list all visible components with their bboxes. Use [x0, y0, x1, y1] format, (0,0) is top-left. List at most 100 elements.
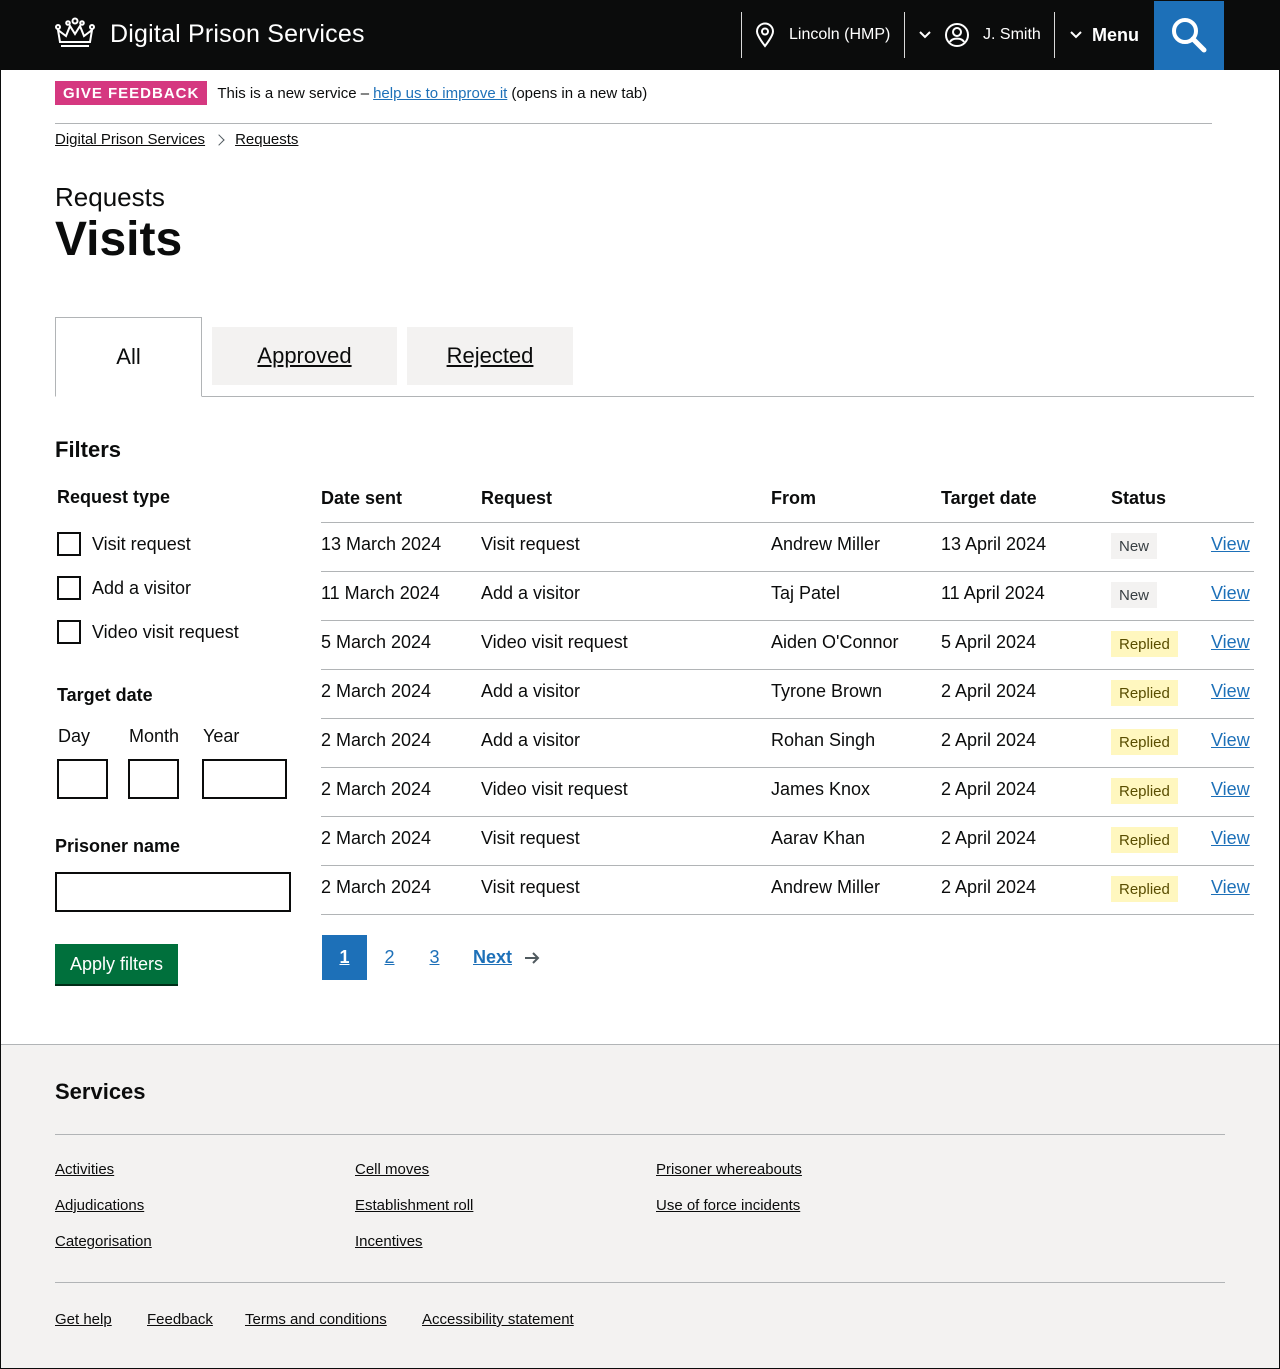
- breadcrumb: Digital Prison Services Requests: [55, 131, 298, 148]
- request-cell: Video visit request: [481, 779, 628, 799]
- filter-visit-request[interactable]: Visit request: [57, 532, 191, 556]
- view-link[interactable]: View: [1211, 877, 1250, 898]
- visit-request-checkbox[interactable]: [57, 532, 81, 556]
- apply-filters-button[interactable]: Apply filters: [55, 944, 178, 984]
- header-divider: [904, 12, 905, 58]
- request-cell: Video visit request: [481, 632, 628, 652]
- video-visit-request-checkbox[interactable]: [57, 620, 81, 644]
- column-header-request[interactable]: Request: [481, 488, 552, 509]
- footer-link-use-of-force[interactable]: Use of force incidents: [656, 1197, 800, 1214]
- target-date-cell: 11 April 2024: [941, 583, 1045, 603]
- column-header-from[interactable]: From: [771, 488, 816, 509]
- footer-link-terms[interactable]: Terms and conditions: [245, 1311, 387, 1328]
- view-link[interactable]: View: [1211, 828, 1250, 849]
- request-type-label: Request type: [57, 487, 171, 507]
- view-link[interactable]: View: [1211, 730, 1250, 751]
- from-cell: Andrew Miller: [771, 877, 881, 897]
- from-cell: James Knox: [771, 779, 871, 799]
- view-link[interactable]: View: [1211, 779, 1250, 800]
- feedback-tag: GIVE FEEDBACK: [55, 81, 208, 105]
- next-page-link[interactable]: Next: [473, 947, 541, 968]
- day-input[interactable]: [57, 759, 108, 799]
- column-header-target-date[interactable]: Target date: [941, 488, 1037, 509]
- view-link[interactable]: View: [1211, 583, 1250, 604]
- from-cell: Aarav Khan: [771, 828, 866, 848]
- location-switcher[interactable]: Lincoln (HMP): [754, 0, 890, 70]
- month-input[interactable]: [128, 759, 179, 799]
- request-cell: Visit request: [481, 828, 580, 848]
- footer-link-prisoner-whereabouts[interactable]: Prisoner whereabouts: [656, 1161, 802, 1178]
- site-footer: Services Activities Adjudications Catego…: [1, 1044, 1279, 1368]
- filters-heading: Filters: [55, 437, 122, 462]
- from-cell: Tyrone Brown: [771, 681, 883, 701]
- request-cell: Visit request: [481, 877, 580, 897]
- footer-link-categorisation[interactable]: Categorisation: [55, 1233, 152, 1250]
- status-badge: Replied: [1111, 876, 1178, 902]
- date-sent-cell: 2 March 2024: [321, 828, 432, 848]
- user-menu[interactable]: J. Smith: [918, 0, 1041, 70]
- tab-all[interactable]: All: [55, 317, 202, 397]
- phase-banner: GIVE FEEDBACK This is a new service – he…: [55, 81, 647, 105]
- filter-add-visitor[interactable]: Add a visitor: [57, 576, 191, 600]
- footer-heading: Services: [55, 1079, 146, 1104]
- page-2-link[interactable]: 2: [367, 935, 412, 980]
- request-cell: Add a visitor: [481, 583, 581, 603]
- breadcrumb-home-link[interactable]: Digital Prison Services: [55, 131, 205, 148]
- footer-link-get-help[interactable]: Get help: [55, 1311, 112, 1328]
- search-button[interactable]: [1154, 0, 1224, 70]
- tab-approved[interactable]: Approved: [212, 327, 397, 385]
- status-badge: Replied: [1111, 729, 1178, 755]
- year-input[interactable]: [202, 759, 287, 799]
- date-sent-cell: 2 March 2024: [321, 730, 432, 750]
- page-caption: Requests: [55, 182, 165, 212]
- breadcrumb-requests-link[interactable]: Requests: [235, 131, 298, 148]
- date-sent-cell: 13 March 2024: [321, 534, 442, 554]
- location-pin-icon: [755, 22, 775, 48]
- prisoner-name-label: Prisoner name: [55, 836, 181, 856]
- page-title: Visits: [55, 213, 183, 266]
- brand[interactable]: Digital Prison Services: [54, 16, 365, 52]
- view-link[interactable]: View: [1211, 534, 1250, 555]
- footer-link-accessibility[interactable]: Accessibility statement: [422, 1311, 574, 1328]
- footer-link-adjudications[interactable]: Adjudications: [55, 1197, 144, 1214]
- chevron-down-icon: [919, 31, 931, 39]
- column-header-status[interactable]: Status: [1111, 488, 1166, 509]
- table-row: 2 March 2024 Visit request Aarav Khan 2 …: [321, 817, 1254, 866]
- user-avatar-icon: [945, 23, 969, 47]
- page-3-link[interactable]: 3: [412, 935, 457, 980]
- footer-link-activities[interactable]: Activities: [55, 1161, 114, 1178]
- status-badge: New: [1111, 582, 1158, 608]
- service-name: Digital Prison Services: [110, 19, 365, 48]
- month-label: Month: [129, 726, 180, 746]
- status-badge: New: [1111, 533, 1158, 559]
- request-cell: Add a visitor: [481, 730, 581, 750]
- from-cell: Rohan Singh: [771, 730, 876, 750]
- view-link[interactable]: View: [1211, 632, 1250, 653]
- table-row: 2 March 2024 Add a visitor Rohan Singh 2…: [321, 719, 1254, 768]
- prisoner-name-input[interactable]: [55, 872, 291, 912]
- feedback-link[interactable]: help us to improve it: [373, 85, 507, 102]
- from-cell: Andrew Miller: [771, 534, 881, 554]
- target-date-cell: 2 April 2024: [941, 681, 1037, 701]
- footer-link-incentives[interactable]: Incentives: [355, 1233, 423, 1250]
- target-date-cell: 2 April 2024: [941, 877, 1037, 897]
- filter-video-visit-request[interactable]: Video visit request: [57, 620, 239, 644]
- menu-button[interactable]: Menu: [1069, 0, 1139, 70]
- from-cell: Aiden O'Connor: [771, 632, 899, 652]
- add-visitor-checkbox[interactable]: [57, 576, 81, 600]
- date-sent-cell: 2 March 2024: [321, 779, 432, 799]
- view-link[interactable]: View: [1211, 681, 1250, 702]
- tab-label: All: [116, 344, 141, 369]
- target-date-cell: 2 April 2024: [941, 779, 1037, 799]
- footer-link-feedback[interactable]: Feedback: [147, 1311, 213, 1328]
- column-header-date-sent[interactable]: Date sent: [321, 488, 402, 509]
- footer-link-cell-moves[interactable]: Cell moves: [355, 1161, 429, 1178]
- user-name: J. Smith: [983, 26, 1041, 43]
- request-cell: Visit request: [481, 534, 580, 554]
- from-cell: Taj Patel: [771, 583, 841, 603]
- tab-label: Rejected: [446, 343, 534, 368]
- page-1-link[interactable]: 1: [322, 935, 367, 980]
- tab-rejected[interactable]: Rejected: [407, 327, 573, 385]
- table-row: 2 March 2024 Add a visitor Tyrone Brown …: [321, 670, 1254, 719]
- footer-link-establishment-roll[interactable]: Establishment roll: [355, 1197, 473, 1214]
